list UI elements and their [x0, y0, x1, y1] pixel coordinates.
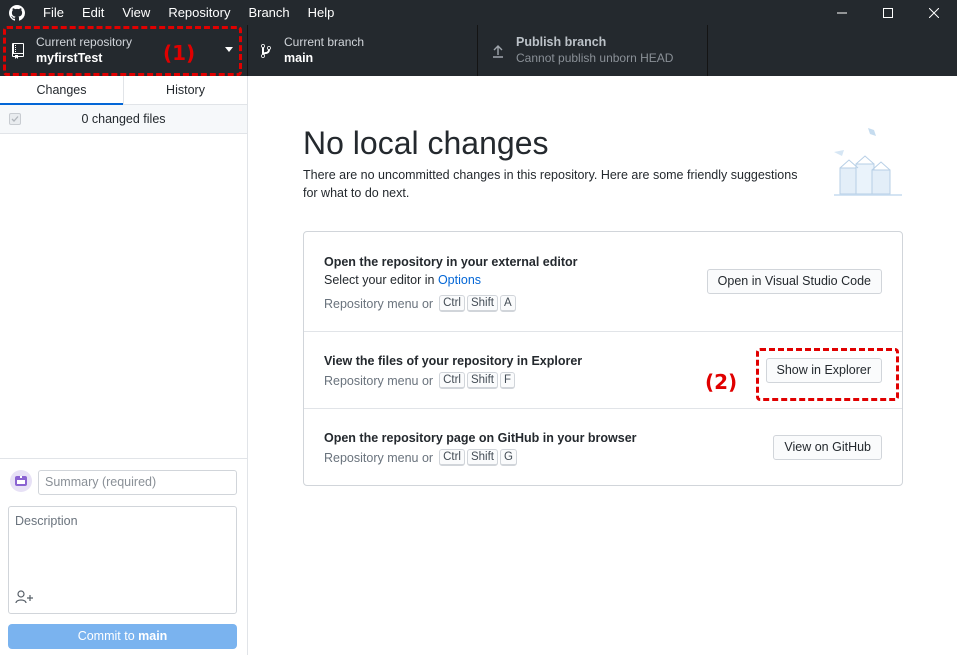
menu-bar: File Edit View Repository Branch Help	[34, 0, 343, 25]
card-description: Select your editor in Options	[324, 273, 481, 287]
menu-branch[interactable]: Branch	[239, 0, 298, 25]
changed-files-header: 0 changed files	[0, 105, 247, 134]
current-branch-name: main	[284, 51, 314, 65]
annotation-box-show-in-explorer	[756, 348, 899, 401]
keyboard-shortcut: Repository menu or Ctrl Shift F	[324, 372, 516, 389]
suggestion-card-github: Open the repository page on GitHub in yo…	[304, 409, 902, 485]
card-title: Open the repository page on GitHub in yo…	[324, 431, 637, 445]
shortcut-lead: Repository menu or	[324, 296, 434, 311]
add-coauthor-icon[interactable]	[15, 590, 35, 607]
card-title: Open the repository in your external edi…	[324, 255, 578, 269]
commit-button-prefix: Commit to	[77, 629, 139, 643]
commit-button-branch: main	[138, 629, 168, 643]
card-description-text: Select your editor in	[324, 273, 438, 287]
current-branch-label: Current branch	[284, 35, 365, 49]
publish-branch-description: Cannot publish unborn HEAD	[516, 51, 674, 65]
key-ctrl: Ctrl	[439, 295, 465, 312]
annotation-label-2: (2)	[705, 370, 738, 394]
empty-state-illustration	[830, 124, 906, 203]
github-logo-icon	[0, 0, 34, 25]
key-f: F	[499, 372, 516, 389]
current-branch-button[interactable]: Current branch main	[248, 25, 478, 76]
check-icon	[11, 116, 19, 122]
upload-icon	[490, 43, 506, 59]
view-on-github-button[interactable]: View on GitHub	[773, 435, 882, 460]
close-icon	[929, 7, 939, 18]
publish-branch-button[interactable]: Publish branch Cannot publish unborn HEA…	[478, 25, 708, 76]
minimize-button[interactable]	[819, 0, 865, 25]
sidebar: Changes History 0 changed files Summary …	[0, 76, 248, 655]
key-ctrl: Ctrl	[439, 372, 465, 389]
keyboard-shortcut: Repository menu or Ctrl Shift A	[324, 295, 516, 312]
page-title: No local changes	[303, 125, 549, 161]
close-button[interactable]	[911, 0, 957, 25]
description-placeholder: Description	[15, 514, 78, 528]
title-bar: File Edit View Repository Branch Help	[0, 0, 957, 25]
commit-button[interactable]: Commit to main	[8, 624, 237, 649]
sidebar-tabs: Changes History	[0, 76, 247, 105]
avatar	[10, 470, 32, 492]
shortcut-lead: Repository menu or	[324, 450, 434, 465]
menu-view[interactable]: View	[113, 0, 159, 25]
maximize-button[interactable]	[865, 0, 911, 25]
open-in-vscode-button[interactable]: Open in Visual Studio Code	[706, 269, 882, 294]
options-link[interactable]: Options	[438, 273, 481, 287]
changed-files-count: 0 changed files	[81, 112, 166, 126]
key-shift: Shift	[466, 372, 498, 389]
menu-file[interactable]: File	[34, 0, 73, 25]
key-a: A	[499, 295, 516, 312]
menu-help[interactable]: Help	[299, 0, 344, 25]
key-shift: Shift	[466, 295, 498, 312]
key-ctrl: Ctrl	[439, 449, 465, 466]
publish-branch-label: Publish branch	[516, 35, 607, 49]
git-branch-icon	[258, 43, 274, 59]
menu-repository[interactable]: Repository	[159, 0, 239, 25]
commit-summary-input[interactable]: Summary (required)	[38, 470, 237, 495]
keyboard-shortcut: Repository menu or Ctrl Shift G	[324, 449, 517, 466]
tab-changes[interactable]: Changes	[0, 76, 123, 105]
suggestion-card-editor: Open the repository in your external edi…	[304, 232, 902, 332]
key-shift: Shift	[466, 449, 498, 466]
shortcut-lead: Repository menu or	[324, 373, 434, 388]
annotation-box-repository	[3, 26, 242, 76]
window-controls	[819, 0, 957, 25]
card-title: View the files of your repository in Exp…	[324, 354, 583, 368]
tab-history[interactable]: History	[123, 76, 247, 104]
select-all-checkbox[interactable]	[9, 113, 21, 125]
commit-description-input[interactable]: Description	[8, 506, 237, 614]
menu-edit[interactable]: Edit	[73, 0, 113, 25]
page-subtitle: There are no uncommitted changes in this…	[303, 168, 798, 200]
key-g: G	[499, 449, 517, 466]
minimize-icon	[837, 12, 847, 13]
commit-form: Summary (required) Description Commit to…	[0, 458, 247, 655]
annotation-label-1: (1)	[163, 41, 196, 65]
maximize-icon	[883, 7, 893, 18]
